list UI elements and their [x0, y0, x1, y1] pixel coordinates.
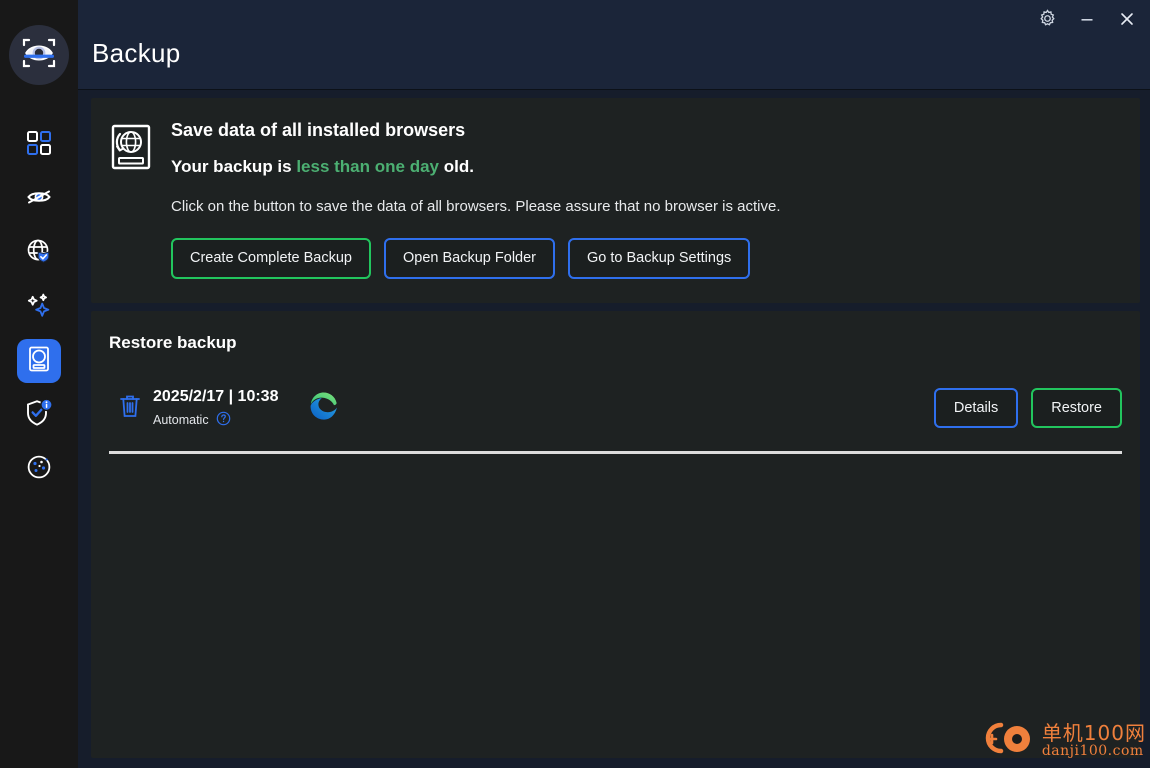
- backup-list-item: 2025/2/17 | 10:38 Automatic Details Rest…: [109, 388, 1122, 454]
- eye-off-icon: [25, 183, 53, 216]
- close-button[interactable]: [1114, 8, 1140, 34]
- delete-backup-button[interactable]: [109, 393, 151, 424]
- close-icon: [1117, 9, 1137, 34]
- restore-title: Restore backup: [109, 332, 237, 352]
- hard-drive-icon: [25, 345, 53, 378]
- backup-drive-globe-icon: [108, 124, 154, 279]
- restore-card: Restore backup 2025/2/17 | 10:38 Automat…: [91, 310, 1140, 758]
- sidebar: [0, 0, 78, 768]
- minimize-button[interactable]: [1074, 8, 1100, 34]
- go-to-backup-settings-button[interactable]: Go to Backup Settings: [568, 238, 751, 279]
- globe-shield-icon: [25, 237, 53, 270]
- app-logo[interactable]: [9, 25, 69, 85]
- eye-scan-logo-icon: [16, 30, 62, 81]
- window-controls: [1034, 8, 1140, 34]
- backup-status-accent: less than one day: [296, 157, 439, 176]
- open-backup-folder-button[interactable]: Open Backup Folder: [384, 238, 555, 279]
- shield-check-info-icon: [24, 398, 54, 433]
- details-button[interactable]: Details: [933, 387, 1019, 429]
- backup-card-icon-col: [91, 120, 171, 279]
- edge-browser-icon: [308, 390, 340, 427]
- sidebar-item-backup[interactable]: [17, 339, 61, 383]
- sidebar-item-tracking[interactable]: [17, 177, 61, 221]
- backup-date: 2025/2/17 | 10:38: [153, 387, 279, 405]
- backup-type-label: Automatic: [153, 412, 209, 427]
- sidebar-item-browser-protection[interactable]: [17, 231, 61, 275]
- sparkles-icon: [25, 291, 53, 324]
- help-circle-icon[interactable]: [216, 411, 231, 429]
- trash-icon: [118, 393, 142, 424]
- app-window: Backup Save data of all installed browse…: [0, 0, 1150, 768]
- restore-button[interactable]: Restore: [1031, 387, 1122, 429]
- backup-heading: Save data of all installed browsers: [171, 120, 466, 140]
- backup-type-row: Automatic: [153, 411, 278, 429]
- backup-card-body: Save data of all installed browsers Your…: [171, 120, 1140, 279]
- backup-description: Click on the button to save the data of …: [171, 198, 781, 215]
- backup-meta: 2025/2/17 | 10:38 Automatic: [153, 388, 278, 429]
- titlebar: Backup: [78, 0, 1150, 90]
- backup-row-actions: Details Restore: [933, 387, 1122, 429]
- backup-button-row: Create Complete Backup Open Backup Folde…: [171, 238, 1120, 279]
- backup-browser: [308, 390, 340, 427]
- sidebar-item-dashboard[interactable]: [17, 123, 61, 167]
- main-region: Backup Save data of all installed browse…: [78, 0, 1150, 768]
- sidebar-item-cookies[interactable]: [17, 447, 61, 491]
- dashboard-grid-icon: [26, 130, 52, 161]
- create-complete-backup-button[interactable]: Create Complete Backup: [171, 238, 371, 279]
- minimize-icon: [1078, 10, 1096, 33]
- backup-status-suffix: old.: [439, 157, 474, 176]
- sidebar-item-cleanup[interactable]: [17, 285, 61, 329]
- sidebar-nav: [0, 123, 78, 491]
- sidebar-item-security-info[interactable]: [17, 393, 61, 437]
- cookie-icon: [26, 454, 52, 485]
- backup-status: Your backup is less than one day old.: [171, 157, 1120, 177]
- backup-card: Save data of all installed browsers Your…: [91, 98, 1140, 303]
- content-area: Save data of all installed browsers Your…: [78, 90, 1150, 768]
- settings-button[interactable]: [1034, 8, 1060, 34]
- gear-icon: [1038, 9, 1057, 33]
- backup-status-prefix: Your backup is: [171, 157, 297, 176]
- page-title: Backup: [92, 38, 181, 68]
